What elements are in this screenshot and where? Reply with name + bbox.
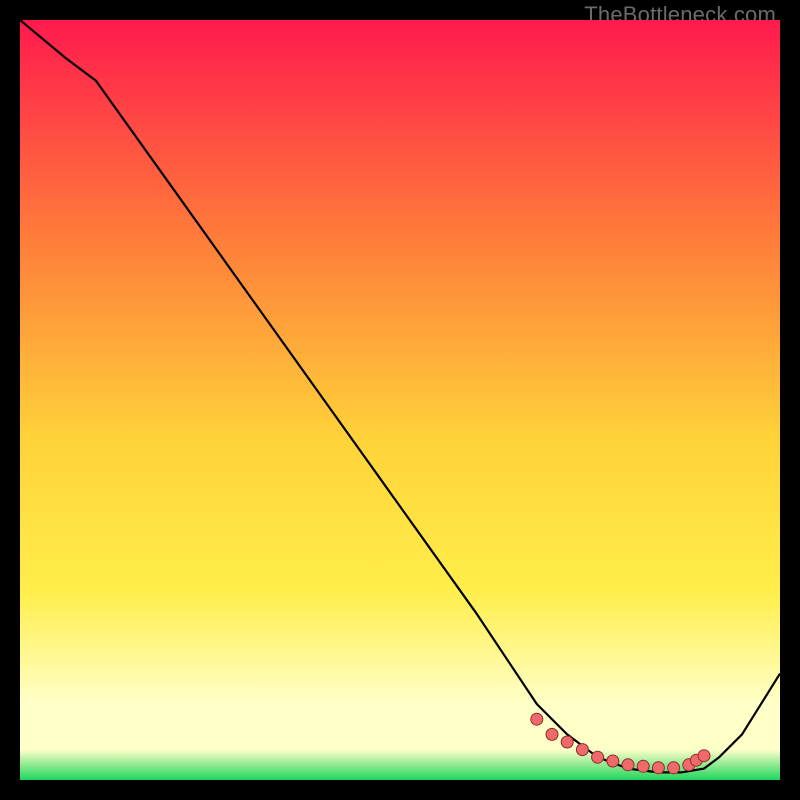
marker-dot [531, 713, 543, 725]
marker-dot [576, 744, 588, 756]
marker-dot [652, 762, 664, 774]
marker-dot [668, 762, 680, 774]
marker-dot [561, 736, 573, 748]
marker-dot [546, 728, 558, 740]
marker-dot [622, 759, 634, 771]
chart-stage: TheBottleneck.com [0, 0, 800, 800]
plot-area [20, 20, 780, 780]
marker-dot [592, 751, 604, 763]
marker-dot [637, 760, 649, 772]
chart-svg [20, 20, 780, 780]
marker-dot [698, 750, 710, 762]
marker-dot [607, 755, 619, 767]
